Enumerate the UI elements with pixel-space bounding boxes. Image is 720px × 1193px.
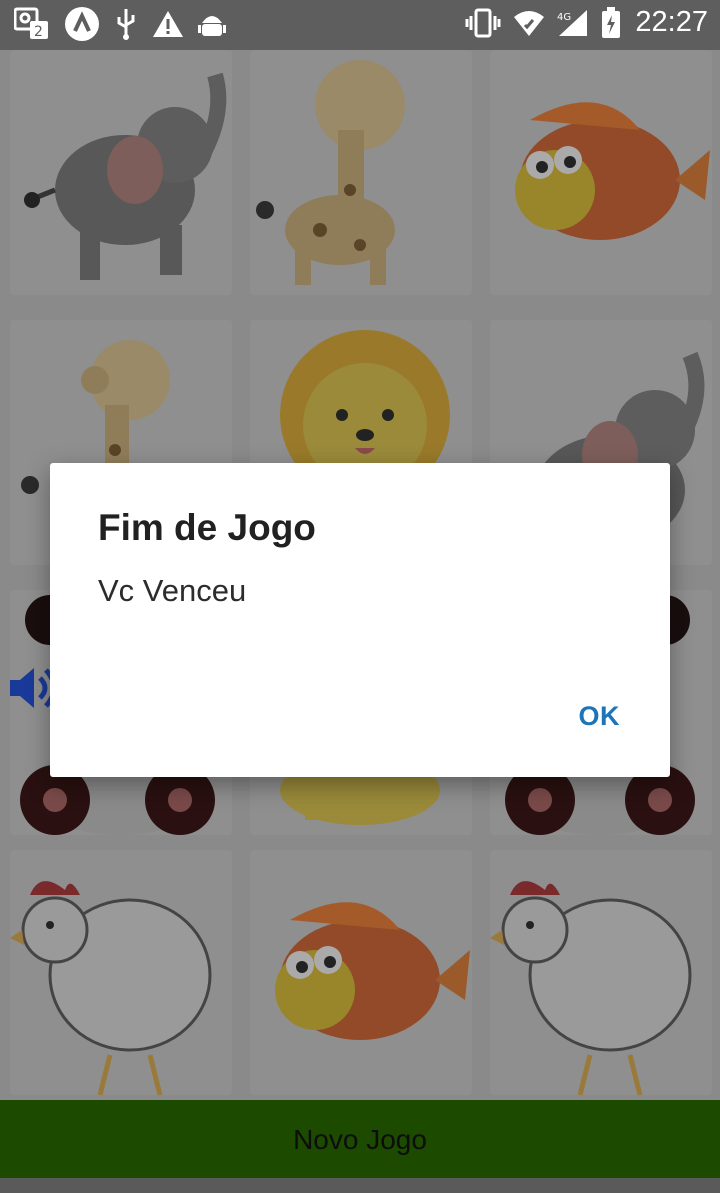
app-logo-icon: [64, 6, 100, 42]
battery-charging-icon: [601, 6, 621, 39]
vibrate-icon: [465, 8, 501, 38]
status-bar: 2 4G 22:27: [0, 0, 720, 50]
wifi-icon: [513, 9, 545, 37]
svg-text:2: 2: [34, 24, 43, 40]
card-hen[interactable]: [10, 850, 232, 1095]
card-fish[interactable]: [250, 850, 472, 1095]
network-type-label: 4G: [557, 12, 571, 23]
usb-icon: [114, 7, 138, 41]
navigation-strip: [0, 1178, 720, 1193]
warning-icon: [152, 9, 184, 39]
status-time: 22:27: [635, 6, 708, 38]
card-elephant[interactable]: [10, 50, 232, 295]
dialog-title: Fim de Jogo: [98, 507, 316, 548]
cell-signal-icon: 4G: [557, 8, 589, 38]
translate-icon: 2: [14, 7, 50, 41]
card-giraffe[interactable]: [250, 50, 472, 295]
card-fish[interactable]: [490, 50, 712, 295]
new-game-button[interactable]: Novo Jogo: [0, 1100, 720, 1178]
dialog-message: Vc Venceu: [98, 573, 247, 608]
card-hen[interactable]: [490, 850, 712, 1095]
game-over-dialog: Fim de Jogo Vc Venceu OK: [50, 463, 670, 777]
android-debug-icon: [198, 9, 226, 39]
ok-button[interactable]: OK: [579, 701, 621, 732]
